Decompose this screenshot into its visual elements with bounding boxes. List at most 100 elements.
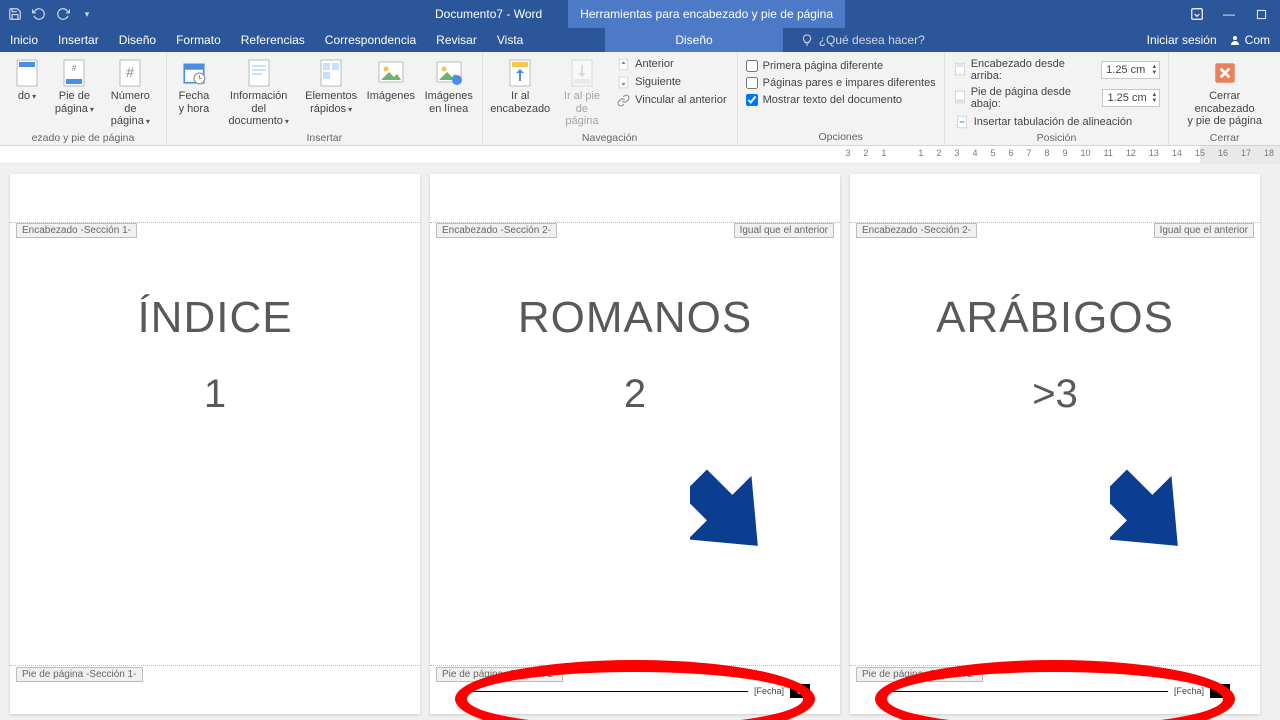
annotation-arrow-icon [690, 469, 780, 559]
contextual-tab-title: Herramientas para encabezado y pie de pá… [568, 0, 845, 28]
previous-button[interactable]: Anterior [614, 56, 729, 72]
group-opciones: Primera página diferente Páginas pares e… [738, 52, 945, 145]
signin-link[interactable]: Iniciar sesión [1147, 33, 1217, 47]
page-number-button[interactable]: # Número de página▾ [103, 56, 158, 130]
same-as-previous-tag: Igual que el anterior [1154, 223, 1254, 238]
page-1[interactable]: Encabezado -Sección 1- ÍNDICE 1 Pie de p… [10, 174, 420, 714]
page-number-icon: # [115, 58, 145, 88]
next-button[interactable]: Siguiente [614, 74, 729, 90]
tab-referencias[interactable]: Referencias [231, 28, 315, 52]
group-label: Posición [953, 130, 1161, 144]
tab-insertar[interactable]: Insertar [48, 28, 109, 52]
footer-boundary [10, 665, 420, 666]
page-subtitle: 1 [10, 372, 420, 417]
header-from-top-row: Encabezado desde arriba: 1.25 cm▲▼ [953, 58, 1161, 82]
qat-customize-icon[interactable]: ▾ [80, 7, 94, 21]
group-label: ezado y pie de página [8, 130, 158, 144]
document-area[interactable]: Encabezado -Sección 1- ÍNDICE 1 Pie de p… [0, 164, 1280, 720]
datetime-button[interactable]: Fecha y hora [175, 56, 213, 117]
tab-correspondencia[interactable]: Correspondencia [315, 28, 426, 52]
page-title: ROMANOS [430, 294, 840, 342]
page-title: ÍNDICE [10, 294, 420, 342]
footer-bottom-icon [953, 90, 967, 107]
svg-text:#: # [72, 63, 77, 73]
page-2[interactable]: Encabezado -Sección 2- Igual que el ante… [430, 174, 840, 714]
save-icon[interactable] [8, 7, 22, 21]
annotation-arrow-icon [1110, 469, 1200, 559]
ribbon-options-icon[interactable] [1190, 7, 1204, 21]
close-icon [1210, 58, 1240, 88]
page-body: ÍNDICE 1 [10, 294, 420, 417]
down-icon [616, 75, 630, 89]
goto-header-button[interactable]: Ir al encabezado [491, 56, 550, 117]
online-images-button[interactable]: Imágenes en línea [424, 56, 474, 117]
minimize-icon[interactable]: — [1222, 7, 1236, 21]
group-cerrar: Cerrar encabezado y pie de página Cerrar [1169, 52, 1280, 145]
page-body: ARÁBIGOS >3 [850, 294, 1260, 417]
quick-parts-button[interactable]: Elementos rápidos▾ [304, 56, 357, 117]
ribbon-tabs: Inicio Insertar Diseño Formato Referenci… [0, 28, 1280, 52]
image-icon [376, 58, 406, 88]
page-subtitle: >3 [850, 372, 1260, 417]
tabs-right: Iniciar sesión Com [1147, 28, 1280, 52]
link-previous-button[interactable]: Vincular al anterior [614, 92, 729, 108]
tab-diseno[interactable]: Diseño [109, 28, 166, 52]
document-title: Documento7 - Word [435, 7, 542, 21]
goto-footer-button: Ir al pie de página [558, 56, 606, 130]
group-label: Cerrar [1177, 130, 1272, 144]
header-from-top-spinner[interactable]: 1.25 cm▲▼ [1101, 61, 1160, 79]
page-body: ROMANOS 2 [430, 294, 840, 417]
titlebar: ▾ Documento7 - Word Herramientas para en… [0, 0, 1280, 28]
tab-formato[interactable]: Formato [166, 28, 231, 52]
tell-me-search[interactable]: ¿Qué desea hacer? [783, 28, 1147, 52]
group-insertar: Fecha y hora Información del documento▾ … [167, 52, 483, 145]
page-subtitle: 2 [430, 372, 840, 417]
quick-parts-icon [316, 58, 346, 88]
group-posicion: Encabezado desde arriba: 1.25 cm▲▼ Pie d… [945, 52, 1170, 145]
insert-alignment-tab-button[interactable]: Insertar tabulación de alineación [953, 114, 1161, 130]
horizontal-ruler[interactable]: 3 2 1 1 2 3 4 5 6 7 8 9 10 11 12 13 14 1… [0, 146, 1280, 164]
bulb-icon [801, 34, 813, 46]
doc-info-icon [244, 58, 274, 88]
different-first-page-checkbox[interactable]: Primera página diferente [746, 60, 936, 72]
group-header-footer: do▾ # Pie de página▾ # Número de página▾… [0, 52, 167, 145]
show-doc-text-checkbox[interactable]: Mostrar texto del documento [746, 94, 936, 106]
group-label: Navegación [491, 130, 729, 144]
header-section-tag: Encabezado -Sección 1- [16, 223, 137, 238]
window-controls: — [1190, 7, 1280, 21]
maximize-icon[interactable] [1254, 7, 1268, 21]
up-icon [616, 57, 630, 71]
tab-icon [955, 115, 969, 129]
undo-icon[interactable] [32, 7, 46, 21]
doc-info-button[interactable]: Información del documento▾ [221, 56, 297, 130]
same-as-previous-tag: Igual que el anterior [734, 223, 834, 238]
header-section-tag: Encabezado -Sección 2- [436, 223, 557, 238]
tab-vista[interactable]: Vista [487, 28, 533, 52]
footer-button[interactable]: # Pie de página▾ [54, 56, 95, 117]
user-icon [1229, 34, 1241, 46]
tab-inicio[interactable]: Inicio [0, 28, 48, 52]
share-button[interactable]: Com [1229, 33, 1270, 47]
goto-header-icon [505, 58, 535, 88]
group-label: Insertar [175, 130, 474, 144]
footer-section-tag: Pie de página -Sección 1- [16, 667, 143, 682]
document-title-area: Documento7 - Word Herramientas para enca… [435, 0, 845, 28]
link-icon [616, 93, 630, 107]
header-icon [12, 58, 42, 88]
redo-icon[interactable] [56, 7, 70, 21]
footer-from-bottom-row: Pie de página desde abajo: 1.25 cm▲▼ [953, 86, 1161, 110]
group-navegacion: Ir al encabezado Ir al pie de página Ant… [483, 52, 738, 145]
images-button[interactable]: Imágenes [366, 56, 416, 105]
tab-contextual-diseno[interactable]: Diseño [605, 28, 782, 52]
tab-revisar[interactable]: Revisar [426, 28, 487, 52]
header-button[interactable]: do▾ [8, 56, 46, 105]
group-label: Opciones [746, 129, 936, 143]
close-header-footer-button[interactable]: Cerrar encabezado y pie de página [1177, 56, 1272, 130]
page-3[interactable]: Encabezado -Sección 2- Igual que el ante… [850, 174, 1260, 714]
calendar-icon [179, 58, 209, 88]
footer-from-bottom-spinner[interactable]: 1.25 cm▲▼ [1102, 89, 1160, 107]
ribbon: do▾ # Pie de página▾ # Número de página▾… [0, 52, 1280, 146]
page-title: ARÁBIGOS [850, 294, 1260, 342]
footer-icon: # [59, 58, 89, 88]
odd-even-pages-checkbox[interactable]: Páginas pares e impares diferentes [746, 77, 936, 89]
